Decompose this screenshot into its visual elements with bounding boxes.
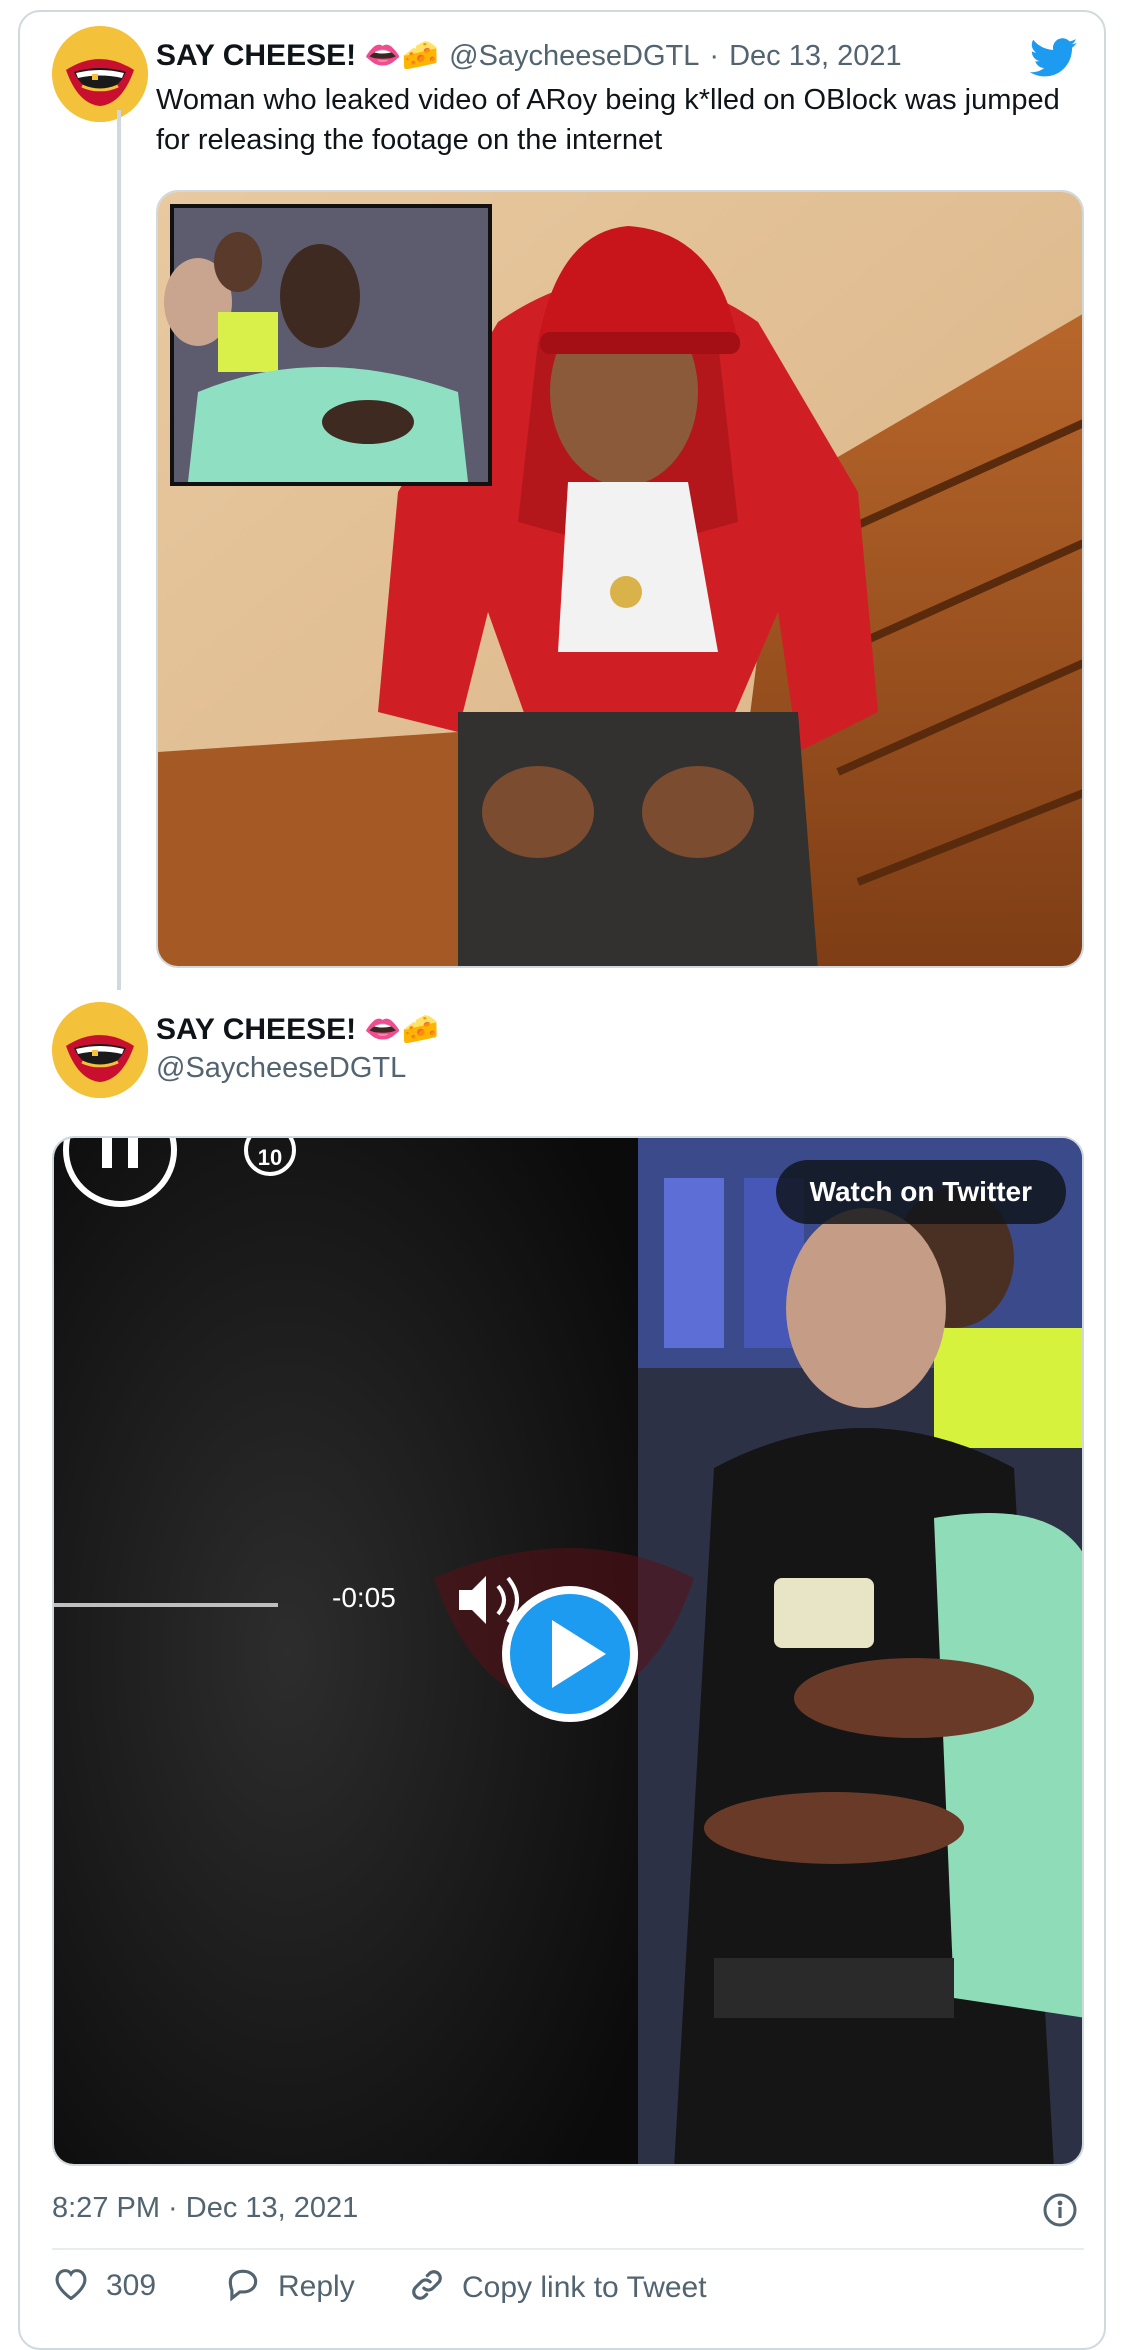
reply-icon <box>224 2266 262 2307</box>
avatar[interactable] <box>52 26 148 122</box>
copy-link-action[interactable]: Copy link to Tweet <box>408 2266 707 2309</box>
tweet-date[interactable]: Dec 13, 2021 <box>729 40 902 73</box>
video-time-remaining: -0:05 <box>332 1582 396 1613</box>
link-icon <box>408 2266 446 2309</box>
separator: · <box>709 40 720 72</box>
handle[interactable]: @SaycheeseDGTL <box>449 40 699 73</box>
like-count: 309 <box>106 2268 157 2302</box>
skip-label: 10 <box>257 1145 283 1170</box>
reply-label: Reply <box>278 2269 355 2303</box>
footer-divider <box>52 2248 1084 2250</box>
display-name[interactable]: SAY CHEESE! 👄🧀 <box>156 38 439 73</box>
reply-handle[interactable]: @SaycheeseDGTL <box>156 1052 406 1085</box>
play-icon[interactable] <box>502 1586 638 1722</box>
watch-on-twitter-button[interactable]: Watch on Twitter <box>775 1160 1066 1224</box>
tweet-header: SAY CHEESE! 👄🧀 @SaycheeseDGTL · Dec 13, … <box>156 38 902 73</box>
copy-link-label: Copy link to Tweet <box>462 2270 707 2304</box>
twitter-bird-icon[interactable] <box>1029 38 1078 83</box>
info-icon[interactable] <box>1042 2192 1078 2233</box>
video-frame <box>54 1138 1082 2164</box>
reply-display-name[interactable]: SAY CHEESE! 👄🧀 <box>156 1012 439 1047</box>
tweet-embed-card: SAY CHEESE! 👄🧀 @SaycheeseDGTL · Dec 13, … <box>18 10 1106 2350</box>
tweet-video[interactable]: 10 -0:05 Watch on Twitter <box>52 1136 1084 2166</box>
reply-action[interactable]: Reply <box>224 2266 355 2307</box>
heart-icon <box>52 2266 90 2305</box>
tweet-photo[interactable] <box>156 190 1084 968</box>
thread-line <box>117 110 121 990</box>
reply-avatar[interactable] <box>52 1002 148 1098</box>
like-action[interactable]: 309 <box>52 2266 156 2305</box>
photo-image <box>158 192 1082 966</box>
tweet-text: Woman who leaked video of ARoy being k*l… <box>156 84 1060 156</box>
tweet-timestamp[interactable]: 8:27 PM · Dec 13, 2021 <box>52 2192 358 2225</box>
